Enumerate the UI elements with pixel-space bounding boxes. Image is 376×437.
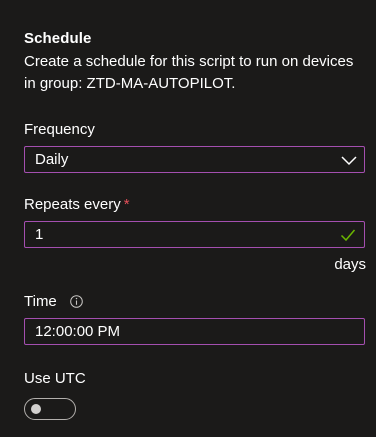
time-label-text: Time — [24, 293, 57, 310]
repeats-input[interactable]: 1 — [24, 221, 365, 248]
repeats-unit: days — [334, 256, 366, 273]
frequency-value: Daily — [35, 151, 69, 168]
time-value: 12:00:00 PM — [35, 323, 121, 340]
frequency-dropdown[interactable]: Daily — [24, 146, 365, 173]
utc-toggle[interactable] — [24, 398, 76, 420]
section-description: Create a schedule for this script to run… — [24, 53, 354, 92]
info-icon[interactable] — [70, 295, 83, 308]
toggle-knob — [31, 404, 41, 414]
frequency-label: Frequency — [24, 121, 95, 138]
repeats-label-text: Repeats every — [24, 196, 121, 213]
repeats-value: 1 — [35, 226, 44, 243]
required-marker: * — [123, 196, 130, 213]
time-label: Time — [24, 292, 83, 312]
repeats-label: Repeats every * — [24, 195, 130, 215]
time-input[interactable]: 12:00:00 PM — [24, 318, 365, 345]
chevron-down-icon — [341, 155, 357, 165]
section-title: Schedule — [24, 30, 92, 47]
checkmark-icon — [340, 229, 356, 241]
utc-label: Use UTC — [24, 370, 86, 387]
